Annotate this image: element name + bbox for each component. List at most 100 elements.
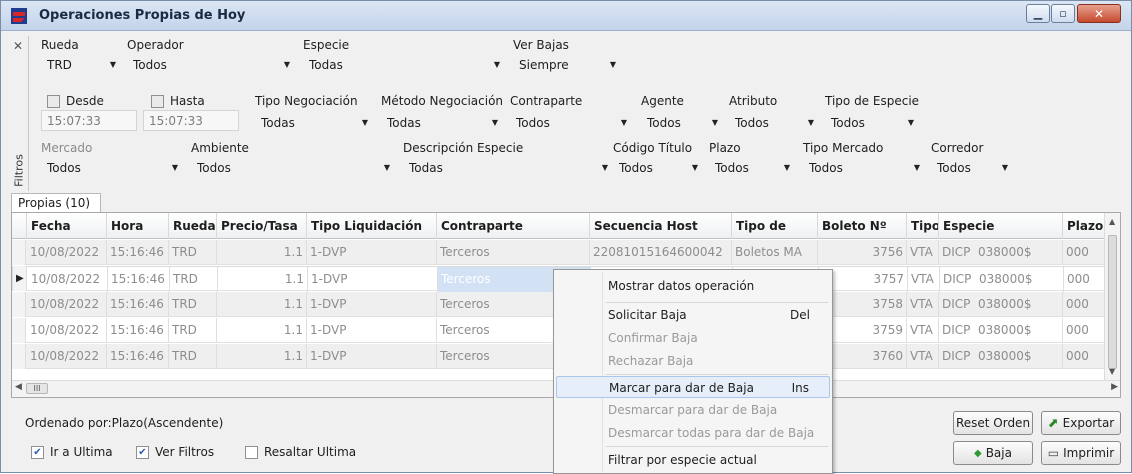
codigo-titulo-select[interactable]: Todos ▼	[613, 157, 703, 178]
menu-item-confirmar-baja[interactable]: Confirmar Baja	[556, 327, 830, 349]
header-especie[interactable]: Especie	[939, 213, 1063, 239]
plazo-select[interactable]: Todos ▼	[709, 157, 795, 178]
cell-fecha: 10/08/2022	[27, 240, 107, 265]
ver-filtros-label: Ver Filtros	[155, 445, 215, 459]
ver-bajas-select[interactable]: Siempre ▼	[513, 54, 621, 75]
menu-separator	[606, 302, 828, 303]
cell-contraparte: Terceros	[437, 240, 590, 265]
cell-hora: 15:16:46	[107, 318, 169, 343]
cell-plazo: 000	[1063, 318, 1106, 343]
cell-fecha: 10/08/2022	[27, 318, 107, 343]
corredor-select[interactable]: Todos ▼	[931, 157, 1013, 178]
chevron-down-icon: ▼	[491, 118, 499, 127]
scroll-up-icon[interactable]: ▲	[1109, 217, 1115, 226]
header-plazo[interactable]: Plazo	[1063, 213, 1106, 239]
resaltar-ultima-label: Resaltar Ultima	[264, 445, 357, 459]
desde-time-field[interactable]: 15:07:33	[41, 110, 137, 131]
menu-separator	[606, 374, 828, 375]
imprimir-button[interactable]: ▭ Imprimir	[1041, 441, 1121, 465]
atributo-label: Atributo	[729, 94, 778, 108]
menu-item-solicitar-baja[interactable]: Solicitar Baja Del	[556, 304, 830, 326]
baja-button[interactable]: ◆ Baja	[953, 441, 1033, 465]
scroll-down-icon[interactable]: ▼	[1109, 367, 1115, 376]
resaltar-ultima-checkbox[interactable]	[245, 446, 258, 459]
chevron-down-icon: ▼	[783, 163, 791, 172]
scroll-right-icon[interactable]: ▶	[1111, 382, 1118, 392]
baja-label: Baja	[985, 446, 1012, 460]
menu-item-mostrar-datos[interactable]: Mostrar datos operación	[556, 275, 830, 297]
cell-rueda: TRD	[169, 318, 217, 343]
header-boleto[interactable]: Boleto Nº	[818, 213, 907, 239]
horizontal-scroll-thumb[interactable]: III	[26, 383, 48, 394]
table-row[interactable]: 10/08/2022 15:16:46 TRD 1.1 1-DVP Tercer…	[12, 240, 1120, 265]
rueda-select[interactable]: TRD ▼	[41, 54, 121, 75]
chevron-down-icon: ▼	[493, 60, 501, 69]
header-fecha[interactable]: Fecha	[27, 213, 107, 239]
cell-rueda: TRD	[169, 240, 217, 265]
header-hora[interactable]: Hora	[107, 213, 169, 239]
header-tipo-liquidacion[interactable]: Tipo Liquidación	[307, 213, 437, 239]
codigo-titulo-label: Código Título	[613, 141, 693, 155]
menu-item-marcar-baja[interactable]: Marcar para dar de Baja Ins	[556, 376, 830, 398]
cell-precio: 1.1	[217, 344, 307, 369]
sort-status-text: Ordenado por:Plazo(Ascendente)	[25, 416, 224, 430]
cell-tipo-liquidacion: 1-DVP	[307, 318, 437, 343]
menu-item-desmarcar-baja[interactable]: Desmarcar para dar de Baja	[556, 399, 830, 421]
tipo-especie-select[interactable]: Todos ▼	[825, 112, 919, 133]
close-button[interactable]: ✕	[1077, 4, 1121, 23]
cell-especie: DICP 038000$	[939, 344, 1063, 369]
ir-ultima-checkbox[interactable]: ✔	[31, 446, 44, 459]
chevron-down-icon: ▼	[383, 163, 391, 172]
menu-item-rechazar-baja[interactable]: Rechazar Baja	[556, 350, 830, 372]
header-indicator	[12, 213, 27, 239]
menu-item-desmarcar-todas[interactable]: Desmarcar todas para dar de Baja	[556, 422, 830, 444]
metodo-negociacion-select[interactable]: Todas ▼	[381, 112, 503, 133]
minimize-icon: ▁	[1033, 7, 1043, 20]
menu-item-filtrar-especie[interactable]: Filtrar por especie actual	[556, 449, 830, 471]
header-rueda[interactable]: Rueda	[169, 213, 217, 239]
cell-fecha: 10/08/2022	[28, 267, 108, 292]
header-precio-tasa[interactable]: Precio/Tasa	[217, 213, 307, 239]
header-secuencia-host[interactable]: Secuencia Host	[590, 213, 732, 239]
atributo-select[interactable]: Todos ▼	[729, 112, 819, 133]
header-contraparte[interactable]: Contraparte	[437, 213, 590, 239]
scroll-left-icon[interactable]: ◀	[15, 382, 22, 392]
grid-header: Fecha Hora Rueda Precio/Tasa Tipo Liquid…	[12, 213, 1120, 239]
contraparte-label: Contraparte	[510, 94, 583, 108]
cell-plazo: 000	[1063, 344, 1106, 369]
chevron-down-icon: ▼	[601, 163, 609, 172]
contraparte-select[interactable]: Todos ▼	[510, 112, 632, 133]
export-icon: ⬈	[1047, 415, 1059, 431]
especie-label: Especie	[303, 38, 350, 52]
especie-select[interactable]: Todas ▼	[303, 54, 505, 75]
cell-especie: DICP 038000$	[939, 318, 1063, 343]
exportar-button[interactable]: ⬈ Exportar	[1041, 411, 1121, 435]
minimize-button[interactable]: ▁	[1026, 4, 1050, 23]
metodo-negociacion-label: Método Negociación	[381, 94, 504, 108]
hasta-checkbox[interactable]	[151, 95, 164, 108]
agente-select[interactable]: Todos ▼	[641, 112, 723, 133]
ver-filtros-checkbox[interactable]: ✔	[136, 446, 149, 459]
title-bar[interactable]: Operaciones Propias de Hoy ▁ ▫ ✕	[1, 1, 1131, 31]
header-tipo[interactable]: Tipo	[907, 213, 939, 239]
maximize-button[interactable]: ▫	[1051, 4, 1075, 23]
tipo-negociacion-select[interactable]: Todas ▼	[255, 112, 373, 133]
hasta-label: Hasta	[170, 94, 205, 108]
mercado-select[interactable]: Todos ▼	[41, 157, 183, 178]
vertical-scroll-thumb[interactable]	[1108, 235, 1117, 369]
vertical-scrollbar[interactable]: ▲ ▼	[1104, 213, 1120, 381]
descripcion-especie-select[interactable]: Todas ▼	[403, 157, 613, 178]
header-tipo-de[interactable]: Tipo de	[732, 213, 818, 239]
main-window: Operaciones Propias de Hoy ▁ ▫ ✕ ✕ Filtr…	[0, 0, 1132, 474]
reset-orden-label: Reset Orden	[955, 416, 1031, 430]
operador-select[interactable]: Todos ▼	[127, 54, 295, 75]
hasta-time-field[interactable]: 15:07:33	[143, 110, 239, 131]
tab-propias[interactable]: Propias (10)	[11, 193, 101, 212]
close-filters-icon[interactable]: ✕	[13, 39, 23, 53]
tipo-mercado-select[interactable]: Todos ▼	[803, 157, 925, 178]
ambiente-select[interactable]: Todos ▼	[191, 157, 395, 178]
reset-orden-button[interactable]: Reset Orden	[953, 411, 1033, 435]
desde-checkbox[interactable]	[47, 95, 60, 108]
cell-hora: 15:16:46	[107, 240, 169, 265]
cell-precio: 1.1	[217, 240, 307, 265]
